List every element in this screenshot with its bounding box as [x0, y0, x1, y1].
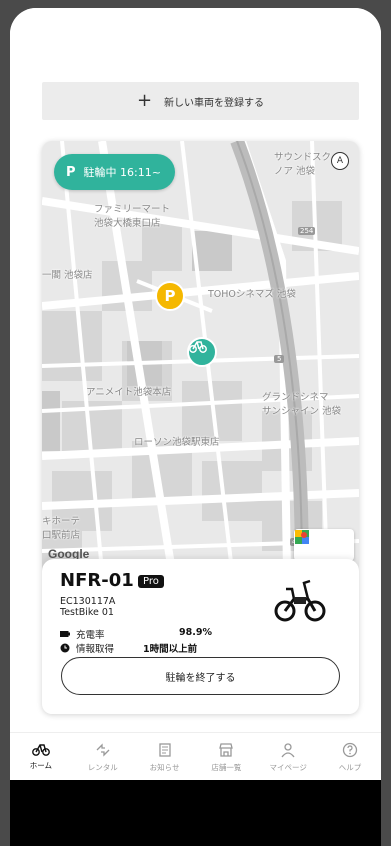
bike-info-panel: NFR-01 Pro EC130117A TestBike 01 充電率 98.…	[42, 559, 359, 714]
tab-label-help: ヘルプ	[338, 762, 362, 772]
battery-row: 充電率	[60, 627, 105, 641]
updated-label: 情報取得	[76, 644, 115, 655]
map-action-buttons	[294, 529, 354, 561]
plus-icon: +	[136, 90, 153, 111]
bike-serial: EC130117A	[60, 596, 116, 607]
map-label-family-mart: ファミリーマート 池袋大橋東口店	[94, 204, 171, 229]
compass-icon[interactable]: A	[331, 152, 349, 170]
store-icon	[219, 742, 234, 757]
status-area	[10, 8, 381, 38]
map-label-sunshine: サウンドスク ノア 池袋	[274, 152, 332, 177]
tab-label-news: お知らせ	[149, 762, 180, 772]
pro-badge: Pro	[138, 575, 164, 588]
tab-rental[interactable]: レンタル	[72, 733, 134, 781]
tab-news[interactable]: お知らせ	[134, 733, 196, 781]
bike-location-pin[interactable]	[187, 337, 217, 367]
tab-label-stores: 店舗一覧	[211, 762, 242, 772]
map-label-ikebukuro: 一閣 池袋店	[42, 270, 93, 281]
parking-status-badge: P 駐輪中 16:11~	[54, 154, 175, 190]
map-label-kihota: キホーテ 口駅前店	[42, 516, 81, 541]
map[interactable]: P 駐輪中 16:11~ A ファミリーマート 池袋大橋東口店 一閣 池袋店 T…	[42, 141, 359, 571]
battery-icon	[60, 631, 70, 637]
bike-icon	[32, 744, 50, 756]
parking-badge-p: P	[66, 164, 76, 180]
tab-label-mypage: マイページ	[269, 762, 307, 772]
map-label-grand-cinema: グランドシネマ サンシャイン 池袋	[262, 392, 342, 417]
battery-value: 98.9%	[179, 627, 212, 638]
route-254-label: 254	[298, 227, 316, 235]
register-vehicle-label: 新しい車両を登録する	[164, 97, 265, 109]
tab-home[interactable]: ホーム	[10, 733, 72, 781]
parking-badge-text: 駐輪中 16:11~	[83, 166, 161, 179]
route-5-label: 5	[274, 355, 285, 363]
help-icon	[342, 742, 358, 757]
battery-label: 充電率	[76, 630, 105, 641]
bike-icon	[189, 341, 207, 353]
tab-label-rental: レンタル	[87, 762, 118, 772]
updated-row: 情報取得	[60, 641, 114, 655]
parking-pin[interactable]: P	[155, 281, 185, 311]
person-icon	[281, 742, 295, 757]
register-vehicle-button[interactable]: + 新しい車両を登録する	[42, 82, 359, 120]
end-parking-button[interactable]: 駐輪を終了する	[61, 657, 340, 695]
tab-label-home: ホーム	[29, 761, 53, 770]
swap-icon	[96, 742, 110, 757]
tab-stores[interactable]: 店舗一覧	[195, 733, 257, 781]
phone-screen: + 新しい車両を登録する P 駐輪中 16:11~ A ファミリーマート 池袋大…	[10, 8, 381, 846]
tab-help[interactable]: ヘルプ	[319, 733, 381, 781]
bottom-system-bar	[10, 780, 381, 846]
bike-card: P 駐輪中 16:11~ A ファミリーマート 池袋大橋東口店 一閣 池袋店 T…	[42, 141, 359, 714]
map-label-toho: TOHOシネマズ 池袋	[208, 289, 296, 300]
news-icon	[158, 742, 171, 757]
bike-nickname: TestBike 01	[60, 607, 114, 618]
bike-image	[274, 579, 326, 622]
map-label-lawson: ローソン池袋駅東店	[134, 437, 220, 448]
updated-value: 1時間以上前	[143, 644, 198, 655]
bike-model-name: NFR-01	[60, 570, 134, 591]
map-label-animate: アニメイト池袋本店	[86, 387, 172, 398]
tab-mypage[interactable]: マイページ	[257, 733, 319, 781]
bottom-tab-bar: ホーム レンタル お知らせ 店舗一覧 マイページ ヘルプ	[10, 732, 381, 781]
clock-icon	[60, 643, 70, 653]
